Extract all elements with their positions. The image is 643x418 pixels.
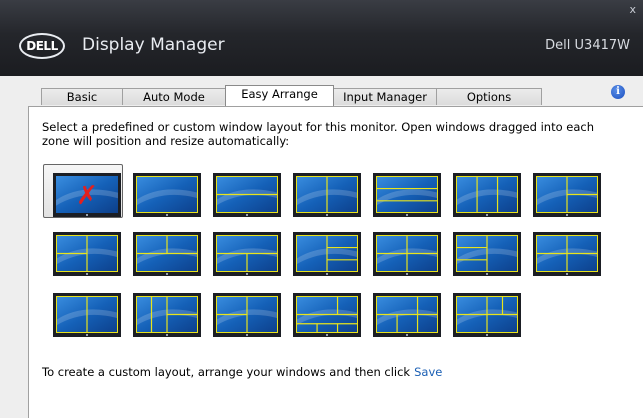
title-bar: x DELL Display Manager Dell U3417W	[0, 0, 643, 76]
layout-thumbnail-icon	[373, 293, 441, 337]
layout-quad-button[interactable]	[373, 232, 441, 276]
layout-top-bottom-columns-button[interactable]	[133, 293, 201, 337]
layout-thumbnail-icon	[133, 293, 201, 337]
layout-thumbnail-icon: ✗	[53, 173, 121, 217]
layout-thumbnail-icon	[533, 173, 601, 217]
layout-thumbnail-icon	[453, 173, 521, 217]
layout-thumbnail-icon	[373, 232, 441, 276]
layout-thumbnail-icon	[453, 293, 521, 337]
layout-bottom-three-button[interactable]	[293, 293, 361, 337]
tab-easy-arrange[interactable]: Easy Arrange	[225, 85, 334, 106]
monitor-led	[406, 214, 408, 216]
monitor-led	[406, 334, 408, 336]
layout-thumbnail-icon	[133, 232, 201, 276]
layout-thumbnail-icon	[293, 232, 361, 276]
layout-right-split-button[interactable]	[533, 173, 601, 217]
layout-three-columns-button[interactable]	[453, 173, 521, 217]
app-title: Display Manager	[82, 35, 225, 55]
monitor-led	[326, 273, 328, 275]
tab-input-manager[interactable]: Input Manager	[333, 88, 437, 105]
monitor-led	[166, 273, 168, 275]
monitor-led	[246, 273, 248, 275]
layout-bottom-split-button[interactable]	[213, 232, 281, 276]
layout-thumbnail-icon	[293, 173, 361, 217]
monitor-led	[486, 214, 488, 216]
layout-bottom-right-split-button[interactable]	[293, 232, 361, 276]
layout-top-bottom-button[interactable]	[213, 173, 281, 217]
layout-thumbnail-icon	[453, 232, 521, 276]
footer-text: To create a custom layout, arrange your …	[42, 365, 442, 379]
layout-thumbnail-icon	[53, 293, 121, 337]
monitor-led	[246, 214, 248, 216]
tab-auto-mode[interactable]: Auto Mode	[122, 88, 226, 105]
close-button[interactable]: x	[629, 3, 636, 16]
tab-basic[interactable]: Basic	[41, 88, 123, 105]
layout-thumbnail-icon	[293, 293, 361, 337]
layout-bottom-left-grid-button[interactable]	[453, 293, 521, 337]
monitor-led	[566, 214, 568, 216]
monitor-led	[486, 334, 488, 336]
monitor-name: Dell U3417W	[545, 38, 630, 53]
layout-thumbnail-icon	[213, 293, 281, 337]
layout-none-button[interactable]: ✗	[53, 173, 121, 217]
tab-options[interactable]: Options	[436, 88, 542, 105]
layout-thumbnail-icon	[373, 173, 441, 217]
layout-thumbnail-icon	[53, 232, 121, 276]
footer-instructions: To create a custom layout, arrange your …	[42, 365, 411, 379]
layout-left-split-button[interactable]	[53, 232, 121, 276]
monitor-led	[246, 334, 248, 336]
layout-left-right-split-button[interactable]	[533, 232, 601, 276]
monitor-led	[326, 214, 328, 216]
layout-left-bottom-split-button[interactable]	[453, 232, 521, 276]
layout-bottom-grid-button[interactable]	[373, 293, 441, 337]
layout-top-split-button[interactable]	[133, 232, 201, 276]
easy-arrange-panel: Select a predefined or custom window lay…	[28, 106, 643, 418]
layout-thumbnail-icon	[533, 232, 601, 276]
monitor-led	[486, 273, 488, 275]
monitor-led	[406, 273, 408, 275]
layout-full-button[interactable]	[133, 173, 201, 217]
dell-logo: DELL	[19, 33, 65, 59]
save-link[interactable]: Save	[414, 365, 442, 379]
layout-three-columns-uneven-button[interactable]	[53, 293, 121, 337]
monitor-led	[166, 334, 168, 336]
layout-thumbnail-icon	[213, 232, 281, 276]
layout-three-rows-button[interactable]	[373, 173, 441, 217]
instructions-text: Select a predefined or custom window lay…	[42, 120, 594, 148]
layout-thumbnail-icon	[133, 173, 201, 217]
info-icon[interactable]: i	[611, 85, 625, 99]
tab-bar: Basic Auto Mode Easy Arrange Input Manag…	[0, 85, 643, 106]
monitor-led	[326, 334, 328, 336]
display-manager-window: x DELL Display Manager Dell U3417W Basic…	[0, 0, 643, 418]
monitor-led	[86, 214, 88, 216]
no-layout-x-icon: ✗	[76, 181, 98, 211]
monitor-led	[86, 273, 88, 275]
layout-thumbnail-icon	[213, 173, 281, 217]
monitor-led	[86, 334, 88, 336]
monitor-led	[566, 273, 568, 275]
layout-four-columns-button[interactable]	[213, 293, 281, 337]
monitor-led	[166, 214, 168, 216]
layout-two-columns-button[interactable]	[293, 173, 361, 217]
